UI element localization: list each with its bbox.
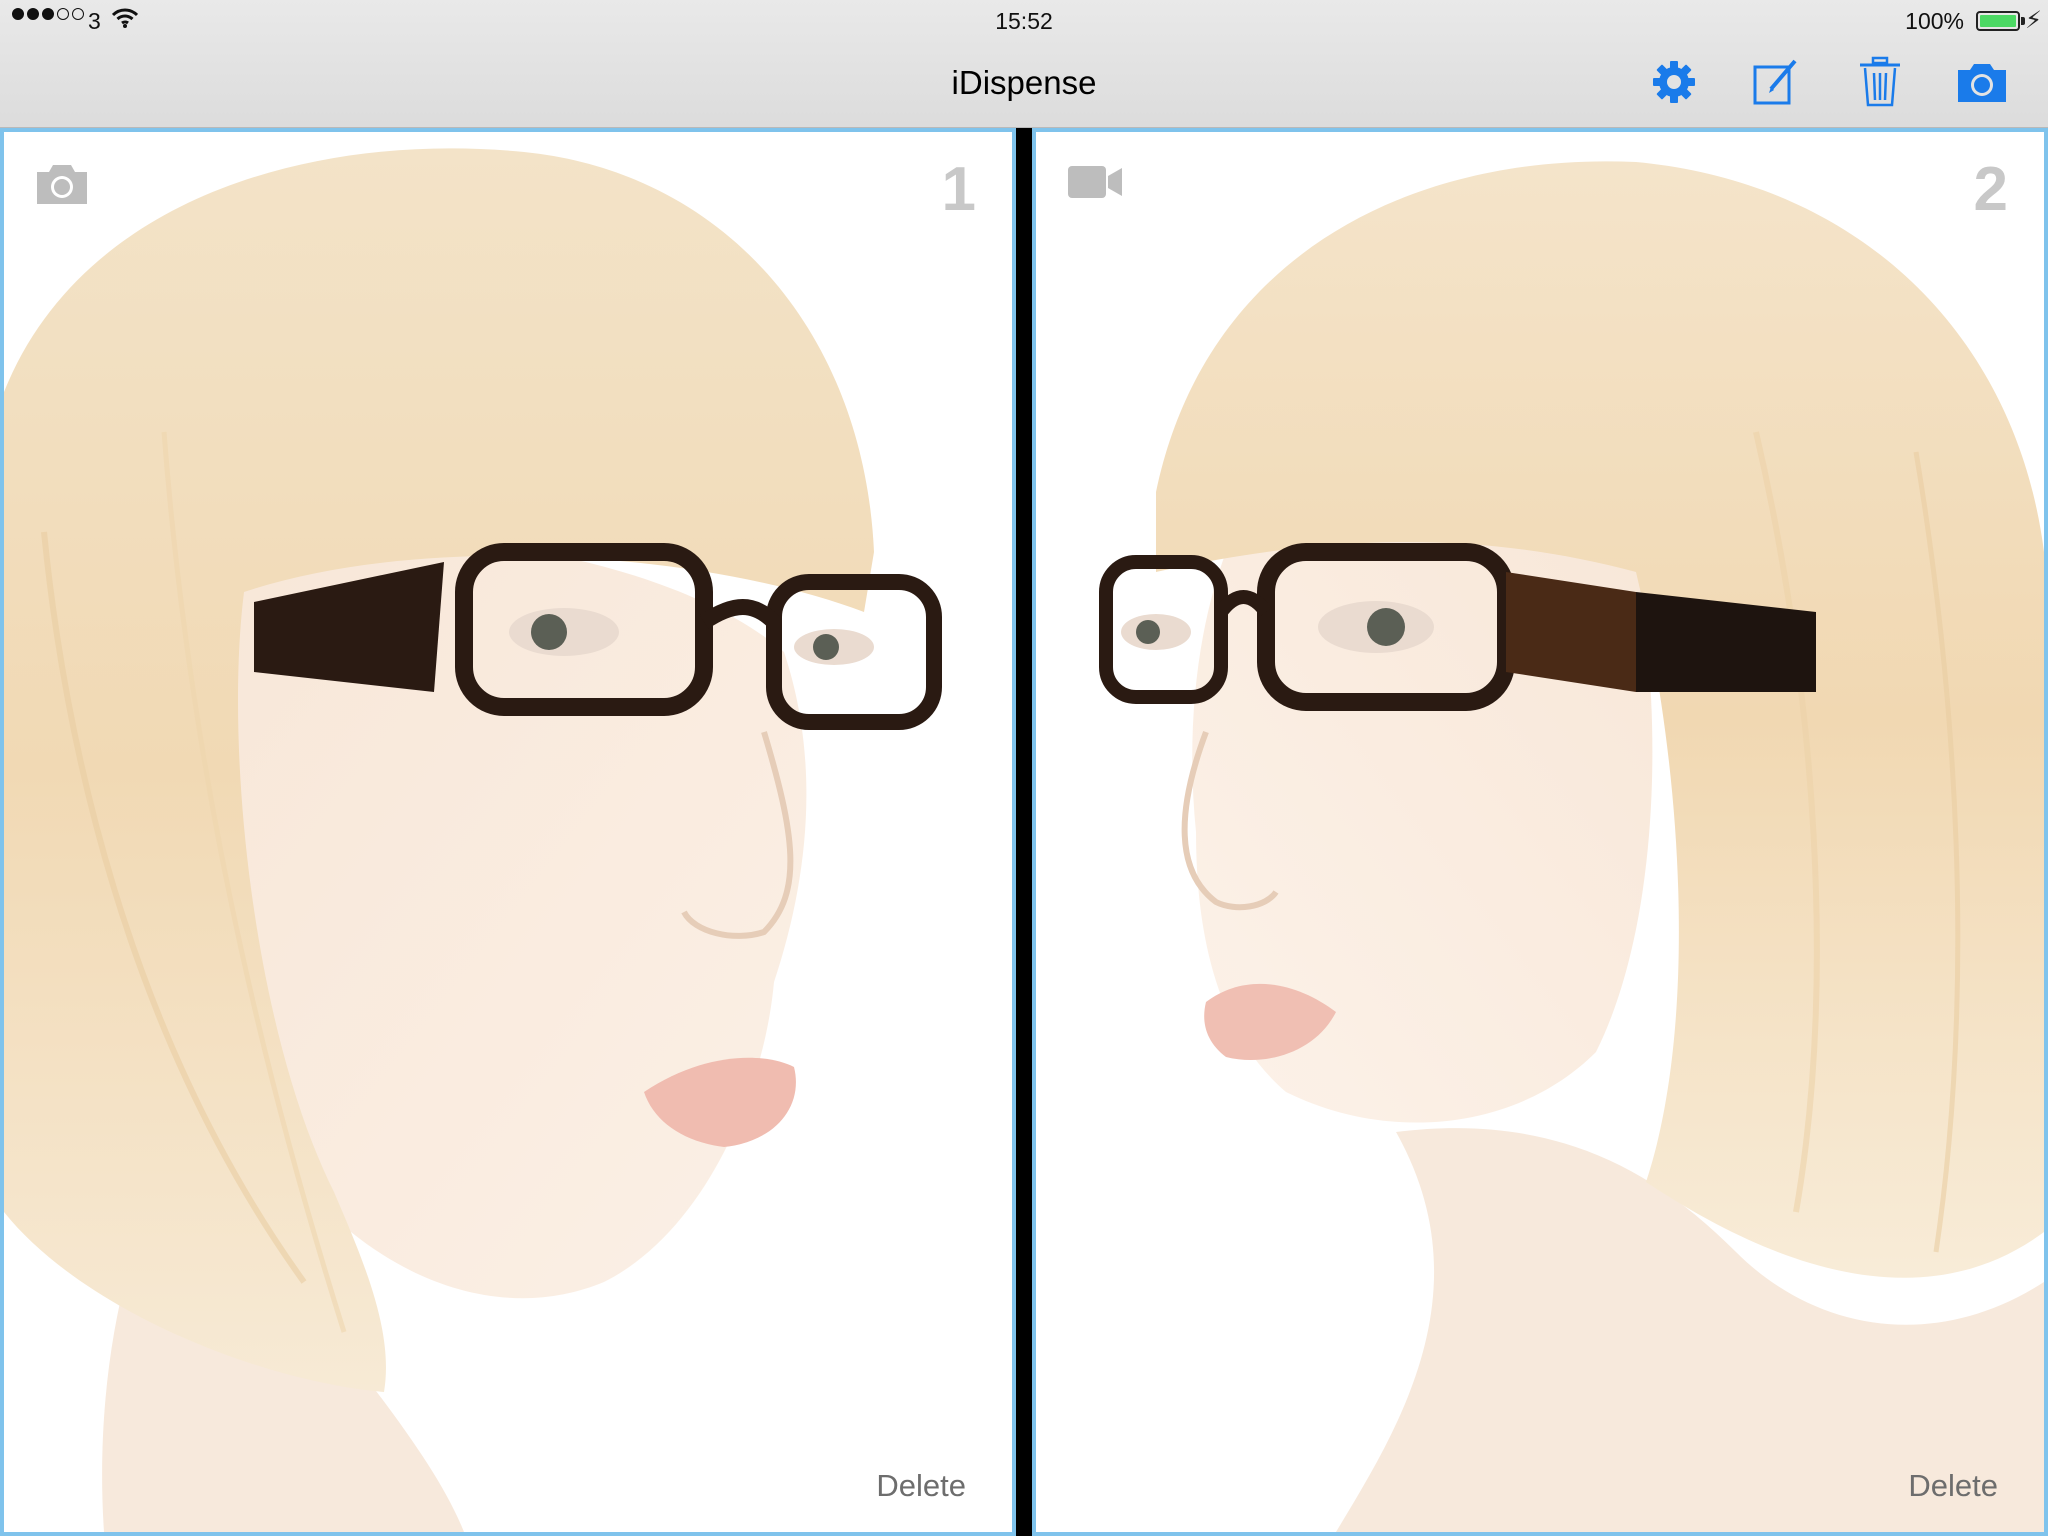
photo-panel-1[interactable]: 1 Delete	[0, 128, 1016, 1536]
page-title: iDispense	[951, 64, 1097, 101]
app-root: 3 15:52 100% ⚡ iDispense 1 Delete 2 Dele…	[0, 0, 2048, 1536]
delete-button[interactable]: Delete	[876, 1468, 966, 1504]
battery-percentage: 100%	[1905, 8, 1964, 34]
charging-icon: ⚡	[2025, 7, 2042, 34]
edit-button[interactable]	[1748, 56, 1804, 108]
camera-button[interactable]	[1954, 56, 2010, 108]
camera-icon	[1958, 64, 2006, 102]
trash-icon	[1860, 56, 1900, 107]
battery-icon	[1976, 11, 2020, 31]
panel-number: 1	[941, 155, 976, 224]
portrait-photo-left	[4, 132, 1012, 1532]
status-time: 15:52	[995, 8, 1053, 34]
compose-icon	[1753, 59, 1797, 105]
video-camera-icon	[1068, 166, 1122, 198]
portrait-photo-right	[1036, 132, 2044, 1532]
trash-button[interactable]	[1852, 56, 1908, 108]
top-bar: 3 15:52 100% ⚡ iDispense	[0, 0, 2048, 128]
camera-icon	[37, 165, 87, 204]
photo-panel-2[interactable]: 2 Delete	[1032, 128, 2048, 1536]
settings-button[interactable]	[1646, 56, 1702, 108]
status-bar: 3 15:52 100% ⚡	[0, 0, 2048, 40]
gear-icon	[1653, 61, 1695, 103]
delete-button[interactable]: Delete	[1908, 1468, 1998, 1504]
panel-number: 2	[1973, 155, 2008, 224]
